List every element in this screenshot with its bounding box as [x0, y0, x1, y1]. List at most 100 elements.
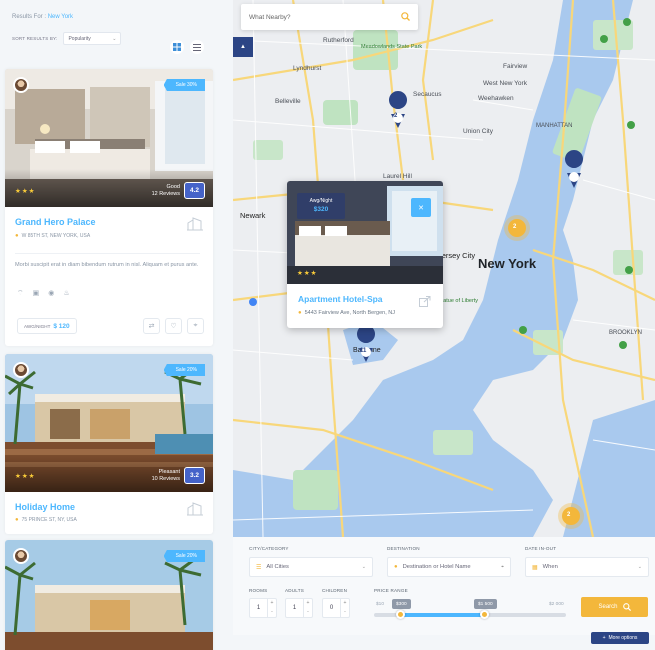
place-label: MANHATTAN: [536, 123, 572, 129]
listing-title[interactable]: Holiday Home: [15, 502, 75, 512]
price-max-label: $2 000: [549, 601, 564, 607]
listing-photo[interactable]: Sale 20%: [5, 540, 213, 650]
place-label: Jersey City: [438, 251, 475, 260]
listing-title[interactable]: Grand Hero Palace: [15, 217, 96, 227]
host-avatar[interactable]: [13, 548, 29, 564]
rating-text: Good 12 Reviews: [152, 184, 180, 198]
exchange-icon: ⇄: [148, 323, 155, 330]
address-text: W 85TH ST, NEW YORK, USA: [21, 233, 91, 239]
close-icon: ✕: [418, 204, 424, 212]
place-label: Secaucus: [413, 91, 442, 98]
list-icon: ☰: [256, 564, 262, 571]
price-min-handle[interactable]: [396, 610, 405, 619]
marker-count: 2: [394, 113, 398, 119]
listing-panel: Results For : New York SORT RESULTS BY: …: [0, 0, 222, 650]
more-options-label: More options: [608, 635, 638, 641]
price-label: AWG/NIGHT: [24, 323, 51, 329]
listing-card[interactable]: Sale 30% ★★★ Good 12 Reviews 4.2 Grand H…: [5, 69, 213, 346]
date-placeholder: When: [542, 564, 558, 570]
wifi-icon: ⌔: [17, 290, 24, 297]
sort-select[interactable]: Popularity ⌄: [63, 32, 122, 45]
children-stepper[interactable]: 0 + -: [322, 598, 350, 618]
rating-score: 3.2: [184, 467, 205, 484]
popup-address: ● 5443 Fairview Ave, North Bergen, NJ: [298, 310, 395, 316]
heart-icon: ♡: [170, 323, 177, 330]
destination-placeholder: Destination or Hotel Name: [402, 564, 471, 570]
crosshair-icon: ⌖: [501, 564, 504, 570]
external-link-icon[interactable]: [419, 296, 431, 310]
parking-icon: ▣: [32, 290, 40, 297]
close-popup-button[interactable]: ✕: [411, 198, 431, 217]
date-input[interactable]: ▦ When ⌄: [525, 557, 649, 577]
facilities: ⌔ ▣ ◉ ♨: [17, 289, 70, 298]
compare-button[interactable]: ⇄: [143, 318, 160, 334]
city-select[interactable]: ☰ All Cities ⌄: [249, 557, 373, 577]
minus-icon[interactable]: -: [304, 608, 312, 617]
listing-address: ● 75 PRINCE ST, NY, USA: [15, 517, 77, 523]
results-query[interactable]: New York: [48, 14, 73, 20]
price-range-slider[interactable]: [374, 610, 566, 619]
sort-row: SORT RESULTS BY: Popularity ⌄: [12, 32, 122, 45]
place-label: Fairview: [503, 63, 528, 70]
place-label: Lyndhurst: [293, 65, 321, 72]
map-info-popup[interactable]: Awg/Night $320 ✕ ★★★ Apartment Hotel-Spa…: [287, 181, 443, 328]
star-rating: ★★★: [15, 473, 36, 480]
rating-word: Good: [166, 183, 180, 190]
children-value: 0: [329, 605, 334, 611]
listing-card[interactable]: Sale 20%: [5, 540, 213, 650]
reviews-count: 12 Reviews: [151, 190, 180, 197]
card-actions: ⇄ ♡ ⌖: [143, 318, 204, 334]
destination-input[interactable]: ● Destination or Hotel Name ⌖: [387, 557, 511, 577]
favorite-button[interactable]: ♡: [165, 318, 182, 334]
plus-icon[interactable]: +: [304, 599, 312, 608]
list-view-button[interactable]: [190, 40, 204, 54]
minus-icon[interactable]: -: [341, 608, 349, 617]
listing-photo[interactable]: Sale 30% ★★★ Good 12 Reviews 4.2: [5, 69, 213, 207]
more-options-button[interactable]: + More options: [591, 632, 649, 644]
price-max-handle[interactable]: [480, 610, 489, 619]
place-label: BROOKLYN: [609, 330, 642, 336]
pool-icon: ♨: [63, 290, 70, 297]
adults-stepper[interactable]: 1 + -: [285, 598, 313, 618]
rooms-value: 1: [256, 605, 261, 611]
adults-value: 1: [292, 605, 297, 611]
listing-card[interactable]: Sale 20% ★★★ Pleasant 10 Reviews 3.2 Hol…: [5, 354, 213, 534]
cluster-marker[interactable]: [504, 215, 530, 241]
cluster-marker[interactable]: [558, 503, 584, 529]
popup-address-text: 5443 Fairview Ave, North Bergen, NJ: [304, 310, 396, 316]
minus-icon[interactable]: -: [268, 608, 276, 617]
list-icon: [193, 43, 201, 51]
results-header: Results For : New York: [12, 14, 73, 20]
building-icon: [187, 217, 203, 231]
search-button[interactable]: Search: [581, 597, 648, 617]
host-avatar[interactable]: [13, 77, 29, 93]
sale-badge: Sale 20%: [163, 364, 205, 376]
sort-select-value: Popularity: [68, 35, 91, 42]
plus-icon[interactable]: +: [268, 599, 276, 608]
collapse-map-button[interactable]: ▲: [233, 37, 253, 57]
adults-label: ADULTS: [285, 588, 304, 593]
show-on-map-button[interactable]: ⌖: [187, 318, 204, 334]
place-label: Weehawken: [478, 95, 514, 102]
listing-photo[interactable]: Sale 20% ★★★ Pleasant 10 Reviews 3.2: [5, 354, 213, 492]
date-label: DATE IN-OUT: [525, 546, 557, 551]
rooms-stepper[interactable]: 1 + -: [249, 598, 277, 618]
grid-icon: [173, 43, 181, 51]
search-icon[interactable]: [401, 11, 410, 23]
rating-block: Good 12 Reviews 4.2: [152, 182, 205, 199]
map-pin-icon: ●: [394, 564, 398, 570]
place-label: Laurel Hill: [383, 173, 412, 180]
grid-view-button[interactable]: [170, 40, 184, 54]
map-search-box[interactable]: What Nearby?: [241, 4, 418, 30]
host-avatar[interactable]: [13, 362, 29, 378]
reviews-count: 10 Reviews: [151, 475, 180, 482]
popup-photo[interactable]: Awg/Night $320 ✕ ★★★: [287, 181, 443, 284]
place-label: Belleville: [275, 98, 301, 105]
popup-title[interactable]: Apartment Hotel-Spa: [298, 294, 383, 304]
map-search-input[interactable]: What Nearby?: [249, 14, 291, 21]
rating-text: Pleasant 10 Reviews: [152, 469, 180, 483]
city-label: CITY/CATEGORY: [249, 546, 289, 551]
price-badge: Awg/Night $320: [297, 193, 345, 219]
plus-icon[interactable]: +: [341, 599, 349, 608]
chevron-down-icon: ⌄: [637, 564, 642, 570]
